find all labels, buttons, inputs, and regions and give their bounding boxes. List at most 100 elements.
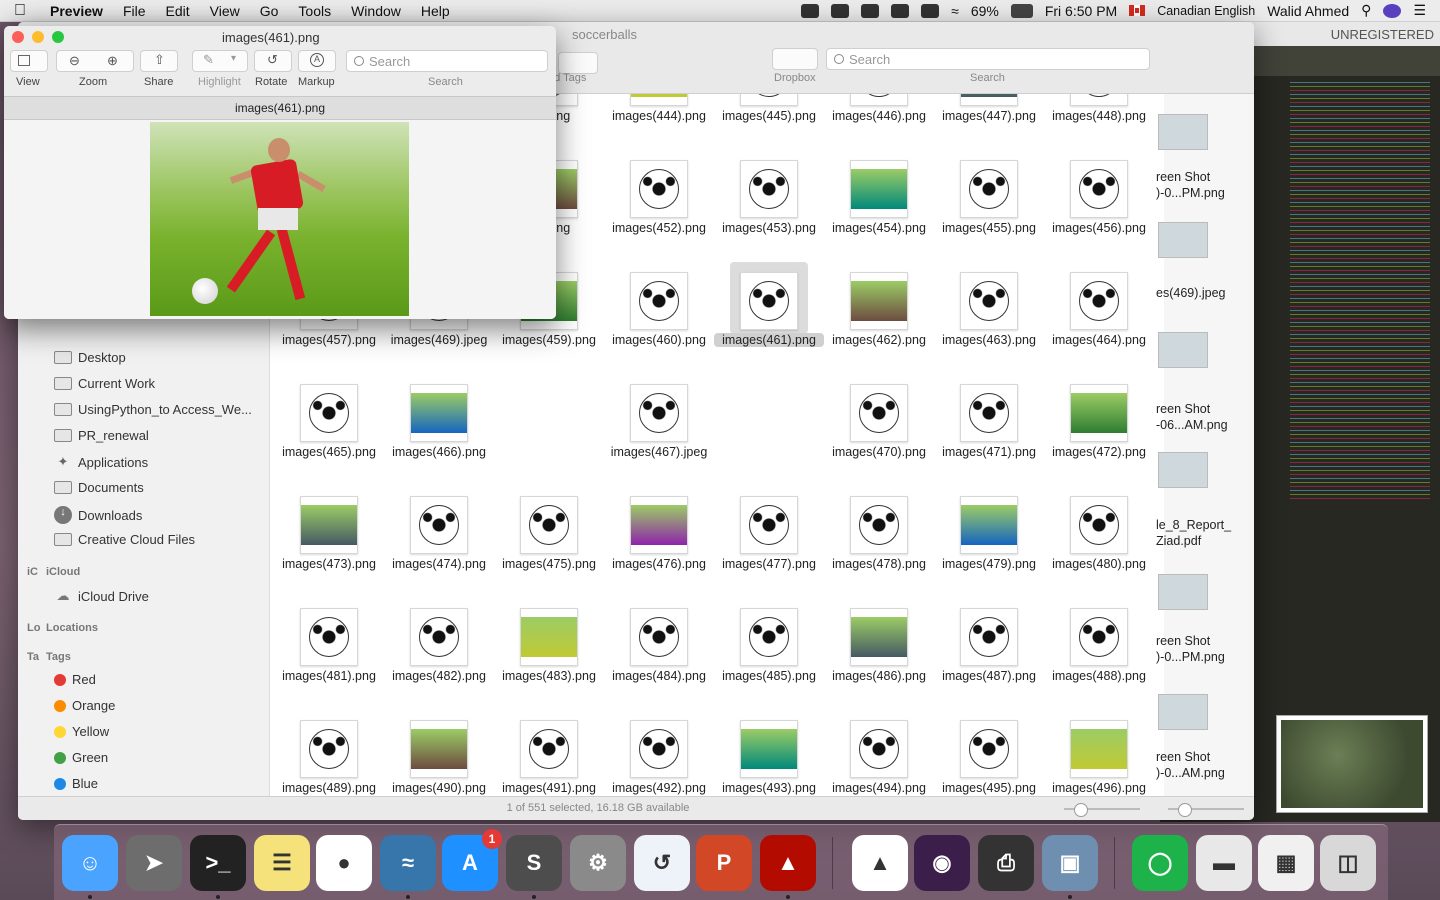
file-name[interactable]: )-0...AM.png [1156, 766, 1254, 780]
menu-app-name[interactable]: Preview [40, 3, 113, 19]
battery-icon[interactable] [1010, 3, 1033, 18]
zoom-out-icon[interactable]: ⊖ [69, 53, 80, 69]
file-name[interactable]: reen Shot [1156, 170, 1254, 184]
backup-icon[interactable] [891, 3, 910, 18]
file-item[interactable]: images(444).png [604, 94, 714, 150]
dock-acrobat-icon[interactable]: ▲ [760, 835, 816, 891]
sidebar-item-applications[interactable]: ✦ Applications [54, 454, 149, 470]
file-item[interactable]: images(455).png [934, 150, 1044, 262]
dock-notes-icon[interactable]: ☰ [254, 835, 310, 891]
menu-window[interactable]: Window [341, 3, 411, 19]
file-item[interactable]: images(484).png [604, 598, 714, 710]
sidebar-tag-orange[interactable]: Orange [54, 698, 115, 713]
file-item[interactable]: images(476).png [604, 486, 714, 598]
file-item[interactable]: images(461).png [714, 262, 824, 374]
file-item[interactable]: images(478).png [824, 486, 934, 598]
spotlight-icon[interactable]: ⚲ [1361, 2, 1371, 19]
file-thumbnail[interactable] [1158, 694, 1208, 730]
file-name[interactable]: es(469).jpeg [1156, 286, 1254, 300]
share-button[interactable]: ⇧ [140, 50, 178, 72]
file-item[interactable]: images(488).png [1044, 598, 1154, 710]
file-item[interactable]: images(465).png [274, 374, 384, 486]
dock-trash-icon[interactable]: ◫ [1320, 835, 1376, 891]
file-thumbnail[interactable] [1158, 452, 1208, 488]
file-item[interactable]: images(470).png [824, 374, 934, 486]
file-item[interactable]: images(481).png [274, 598, 384, 710]
file-item[interactable]: images(479).png [934, 486, 1044, 598]
file-thumbnail[interactable] [1158, 114, 1208, 150]
file-item[interactable]: images(493).png [714, 710, 824, 796]
file-item[interactable]: images(463).png [934, 262, 1044, 374]
sync-icon[interactable] [801, 3, 820, 18]
sidebar-tag-blue[interactable]: Blue [54, 776, 98, 791]
file-item[interactable]: images(496).png [1044, 710, 1154, 796]
creative-cloud-icon[interactable] [861, 3, 880, 18]
file-item[interactable]: images(471).png [934, 374, 1044, 486]
file-thumbnail[interactable] [1158, 574, 1208, 610]
dock-app-store-icon[interactable]: A1 [442, 829, 502, 891]
user-name[interactable]: Walid Ahmed [1267, 3, 1349, 19]
file-item[interactable]: images(490).png [384, 710, 494, 796]
file-item[interactable]: images(491).png [494, 710, 604, 796]
dock-vlc-icon[interactable]: ▲ [852, 835, 908, 891]
flag-icon[interactable] [1129, 5, 1146, 16]
file-item[interactable]: images(480).png [1044, 486, 1154, 598]
file-name[interactable]: )-0...PM.png [1156, 186, 1254, 200]
file-name[interactable]: reen Shot [1156, 402, 1254, 416]
airplay-icon[interactable] [921, 3, 940, 18]
highlight-button[interactable]: ✎ ▾ [192, 50, 248, 72]
zoom-buttons[interactable]: ⊖ ⊕ [56, 50, 134, 72]
file-item[interactable]: images(492).png [604, 710, 714, 796]
menu-view[interactable]: View [200, 3, 250, 19]
file-name[interactable]: reen Shot [1156, 750, 1254, 764]
icon-size-slider-2[interactable] [1168, 803, 1244, 817]
file-item[interactable]: images(454).png [824, 150, 934, 262]
dock-launchpad-icon[interactable]: ➤ [126, 835, 182, 891]
menu-help[interactable]: Help [411, 3, 460, 19]
file-item[interactable]: images(485).png [714, 598, 824, 710]
file-item[interactable]: images(452).png [604, 150, 714, 262]
dock-preview-icon[interactable]: ▣ [1042, 835, 1098, 891]
battery-percent[interactable]: 69% [971, 3, 999, 19]
sidebar-item-current-work[interactable]: Current Work [54, 376, 155, 391]
icon-size-slider[interactable] [1064, 803, 1140, 817]
file-item[interactable]: images(462).png [824, 262, 934, 374]
dock-screen-recorder-icon[interactable]: ◉ [914, 835, 970, 891]
file-item[interactable]: images(472).png [1044, 374, 1154, 486]
siri-icon[interactable] [1383, 3, 1402, 18]
dock-python-icon[interactable]: ≈ [380, 835, 436, 891]
menu-edit[interactable]: Edit [156, 3, 200, 19]
dock-powerpoint-icon[interactable]: P [696, 835, 752, 891]
dock-printer-icon[interactable]: ⎙ [978, 835, 1034, 891]
input-source[interactable]: Canadian English [1157, 4, 1255, 18]
file-item[interactable]: images(474).png [384, 486, 494, 598]
dock-chrome-icon[interactable]: ● [316, 835, 372, 891]
file-item[interactable]: images(494).png [824, 710, 934, 796]
dock-finder-icon[interactable]: ☺ [62, 835, 118, 891]
sidebar-item-icloud-drive[interactable]: ☁ iCloud Drive [54, 588, 149, 604]
sidebar-tag-green[interactable]: Green [54, 750, 108, 765]
sidebar-item-desktop[interactable]: Desktop [54, 350, 126, 365]
file-item[interactable]: images(486).png [824, 598, 934, 710]
notification-center-icon[interactable]: ☰ [1413, 2, 1426, 19]
file-name[interactable]: -06...AM.png [1156, 418, 1254, 432]
markup-button[interactable]: A [298, 50, 336, 72]
file-name[interactable]: le_8_Report_ [1156, 518, 1254, 532]
apple-icon[interactable]:  [0, 2, 40, 20]
sidebar-item-pr-renewal[interactable]: PR_renewal [54, 428, 149, 443]
file-name[interactable]: Ziad.pdf [1156, 534, 1254, 548]
screenshot-preview-thumbnail[interactable] [1276, 715, 1428, 813]
finder-search-input[interactable]: Search [826, 48, 1150, 70]
tags-button[interactable] [558, 52, 598, 74]
file-item[interactable]: images(460).png [604, 262, 714, 374]
rotate-button[interactable]: ↺ [254, 50, 292, 72]
view-menu-button[interactable] [10, 50, 48, 72]
dock-folder-icon[interactable]: ▦ [1258, 835, 1314, 891]
dock-downloads-icon[interactable]: ▬ [1196, 835, 1252, 891]
dropbox-button[interactable] [772, 48, 818, 70]
clock[interactable]: Fri 6:50 PM [1045, 3, 1117, 19]
file-item[interactable]: images(456).png [1044, 150, 1154, 262]
sidebar-item-documents[interactable]: Documents [54, 480, 144, 495]
file-item[interactable]: images(475).png [494, 486, 604, 598]
sidebar-tag-yellow[interactable]: Yellow [54, 724, 109, 739]
